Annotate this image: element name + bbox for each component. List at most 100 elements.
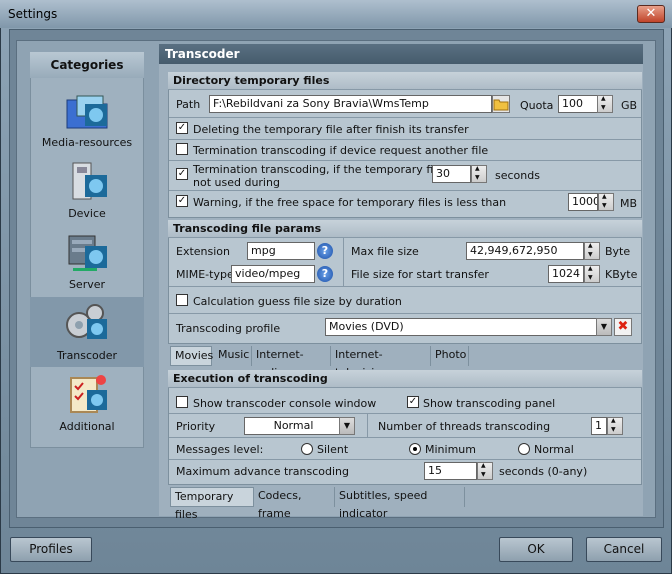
unused-seconds-input[interactable]: 30 bbox=[432, 165, 471, 183]
delete-temp-checkbox[interactable]: ✓ bbox=[176, 122, 188, 134]
console-window-label: Show transcoder console window bbox=[193, 397, 377, 410]
window-title: Settings bbox=[8, 7, 58, 21]
max-advance-label: Maximum advance transcoding bbox=[176, 465, 350, 478]
category-additional[interactable]: Additional bbox=[30, 368, 144, 438]
quota-label: Quota bbox=[520, 99, 554, 112]
category-label: Additional bbox=[59, 420, 115, 433]
calc-guess-label: Calculation guess file size by duration bbox=[193, 295, 402, 308]
threads-input[interactable]: 1 bbox=[591, 417, 607, 435]
tab-photo[interactable]: Photo bbox=[431, 346, 469, 366]
device-icon bbox=[72, 162, 107, 200]
max-advance-input[interactable]: 15 bbox=[424, 462, 477, 480]
start-size-unit: KByte bbox=[605, 268, 638, 281]
tab-internet-radio[interactable]: Internet-radio bbox=[252, 346, 331, 379]
calc-guess-checkbox[interactable] bbox=[176, 294, 188, 306]
transcoding-panel-label: Show transcoding panel bbox=[423, 397, 556, 410]
category-server[interactable]: Server bbox=[30, 226, 144, 296]
mime-help-icon[interactable]: ? bbox=[317, 266, 333, 282]
mime-label: MIME-type bbox=[176, 268, 234, 281]
quota-unit: GB bbox=[621, 99, 638, 112]
msg-minimum-radio[interactable] bbox=[409, 443, 421, 455]
params-group-title: Transcoding file params bbox=[168, 220, 642, 238]
max-size-label: Max file size bbox=[351, 245, 419, 258]
priority-select[interactable]: Normal bbox=[244, 417, 340, 435]
media-tabs: Movies Music Internet-radio Internet-tel… bbox=[168, 346, 642, 379]
divider bbox=[343, 238, 344, 286]
profile-select[interactable]: Movies (DVD) bbox=[325, 318, 597, 336]
max-advance-spinner[interactable] bbox=[477, 462, 493, 480]
messages-level-label: Messages level: bbox=[176, 443, 264, 456]
exec-tabs: Temporary files Codecs, frame Subtitles,… bbox=[168, 487, 642, 521]
category-label: Media-resources bbox=[41, 136, 133, 149]
divider bbox=[169, 160, 641, 161]
divider bbox=[169, 437, 641, 438]
folder-icon bbox=[493, 99, 509, 111]
close-button[interactable]: ✕ bbox=[637, 5, 665, 23]
profile-dropdown-button[interactable]: ▼ bbox=[596, 318, 612, 336]
start-size-spinner[interactable] bbox=[584, 265, 600, 283]
tab-internet-television[interactable]: Internet-television bbox=[331, 346, 431, 379]
divider bbox=[169, 139, 641, 140]
free-space-warning-label: Warning, if the free space for temporary… bbox=[193, 196, 507, 209]
max-size-spinner[interactable] bbox=[584, 242, 600, 260]
free-space-spinner[interactable] bbox=[598, 193, 614, 211]
transcoder-gears-icon bbox=[66, 304, 107, 339]
delete-temp-label: Deleting the temporary file after finish… bbox=[193, 123, 469, 136]
transcoding-panel-checkbox[interactable]: ✓ bbox=[407, 396, 419, 408]
msg-silent-label: Silent bbox=[317, 443, 349, 456]
free-space-input[interactable]: 1000 bbox=[568, 193, 598, 211]
category-device[interactable]: Device bbox=[30, 155, 144, 225]
max-size-input[interactable]: 42,949,672,950 bbox=[466, 242, 584, 260]
max-size-unit: Byte bbox=[605, 245, 631, 258]
msg-normal-radio[interactable] bbox=[518, 443, 530, 455]
divider bbox=[169, 117, 641, 118]
unused-seconds-unit: seconds bbox=[495, 169, 540, 182]
extension-help-icon[interactable]: ? bbox=[317, 243, 333, 259]
terminate-unused-checkbox[interactable]: ✓ bbox=[176, 168, 188, 180]
category-transcoder[interactable]: Transcoder bbox=[30, 297, 144, 367]
terminate-on-request-checkbox[interactable] bbox=[176, 143, 188, 155]
ok-button[interactable]: OK bbox=[499, 537, 573, 562]
path-label: Path bbox=[176, 98, 201, 111]
tab-temporary-files[interactable]: Temporary files bbox=[170, 487, 254, 521]
extension-label: Extension bbox=[176, 245, 231, 258]
divider bbox=[169, 459, 641, 460]
execution-group-title: Execution of transcoding bbox=[168, 370, 642, 388]
tab-subtitles-speed[interactable]: Subtitles, speed indicator bbox=[335, 487, 465, 520]
title-bar bbox=[0, 0, 672, 28]
console-window-checkbox[interactable] bbox=[176, 396, 188, 408]
mime-input[interactable]: video/mpeg bbox=[231, 265, 315, 283]
threads-spinner[interactable] bbox=[607, 417, 623, 435]
terminate-unused-label-line2: not used during bbox=[193, 176, 280, 189]
free-space-warning-checkbox[interactable]: ✓ bbox=[176, 195, 188, 207]
path-input[interactable]: F:\Rebildvani za Sony Bravia\WmsTemp bbox=[209, 95, 492, 113]
tab-music[interactable]: Music bbox=[214, 346, 252, 366]
category-label: Device bbox=[68, 207, 106, 220]
browse-folder-button[interactable] bbox=[492, 95, 510, 113]
panel-title: Transcoder bbox=[159, 44, 643, 64]
categories-header: Categories bbox=[30, 52, 144, 78]
delete-profile-icon[interactable]: ✖ bbox=[614, 318, 632, 336]
tab-codecs-frame[interactable]: Codecs, frame bbox=[254, 487, 335, 520]
profiles-button[interactable]: Profiles bbox=[10, 537, 92, 562]
category-label: Server bbox=[68, 278, 106, 291]
cancel-button[interactable]: Cancel bbox=[586, 537, 662, 562]
max-advance-unit: seconds (0-any) bbox=[499, 465, 588, 478]
server-icon bbox=[68, 235, 107, 271]
divider bbox=[169, 190, 641, 191]
quota-spinner[interactable] bbox=[597, 95, 613, 113]
priority-dropdown-button[interactable]: ▼ bbox=[339, 417, 355, 435]
start-size-input[interactable]: 1024 bbox=[548, 265, 584, 283]
divider bbox=[169, 313, 641, 314]
category-media-resources[interactable]: Media-resources bbox=[30, 84, 144, 154]
terminate-on-request-label: Termination transcoding if device reques… bbox=[193, 144, 489, 157]
msg-silent-radio[interactable] bbox=[301, 443, 313, 455]
directory-group-title: Directory temporary files bbox=[168, 72, 642, 90]
extension-input[interactable]: mpg bbox=[247, 242, 315, 260]
free-space-unit: MB bbox=[620, 197, 638, 210]
priority-label: Priority bbox=[176, 420, 216, 433]
tab-movies[interactable]: Movies bbox=[170, 346, 213, 366]
unused-seconds-spinner[interactable] bbox=[471, 165, 487, 183]
msg-minimum-label: Minimum bbox=[425, 443, 476, 456]
quota-input[interactable]: 100 bbox=[558, 95, 598, 113]
